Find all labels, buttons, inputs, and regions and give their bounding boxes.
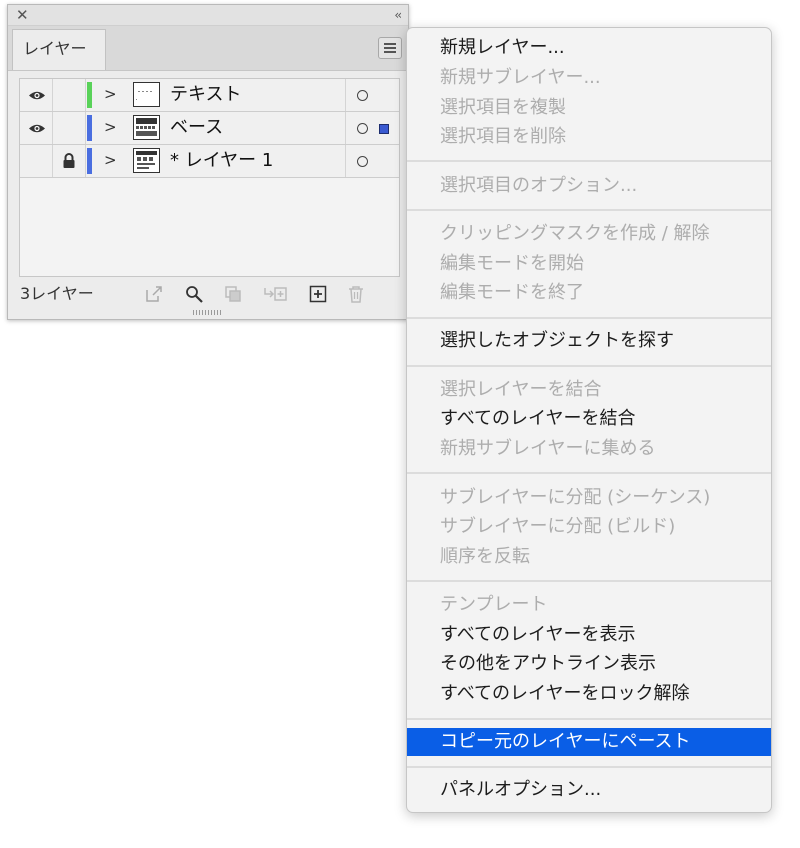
layer-row-base[interactable]: > ベース [20,112,399,145]
menu-item-locate-object[interactable]: 選択したオブジェクトを探す [407,327,771,355]
export-icon[interactable] [145,285,163,303]
panel-flyout-menu: 新規レイヤー... 新規サブレイヤー... 選択項目を複製 選択項目を削除 選択… [406,27,772,813]
layer-list: > テキスト > ベース > * レイヤー 1 [19,78,400,277]
target-circle-icon[interactable] [357,156,368,167]
menu-item-collect-new-layer: 新規サブレイヤーに集める [440,438,656,459]
menu-item-delete-selection: 選択項目を削除 [440,126,566,147]
menu-item-merge-selected: 選択レイヤーを結合 [440,379,602,400]
tab-strip: レイヤー [8,26,408,71]
menu-item-duplicate-selection: 選択項目を複製 [440,97,566,118]
layer-color-bar [87,148,92,174]
menu-separator [407,718,771,720]
menu-separator [407,317,771,319]
collect-icon[interactable] [224,285,242,303]
menu-item-unlock-all-layers[interactable]: すべてのレイヤーをロック解除 [407,680,771,708]
close-icon[interactable]: ✕ [16,6,29,24]
target-cell[interactable] [345,112,400,144]
menu-separator [407,472,771,474]
layers-panel: ✕ ‹‹ レイヤー > テキスト > ベース > * レイヤー 1 3レイヤー [7,4,409,320]
menu-item-new-sublayer: 新規サブレイヤー... [440,67,601,88]
menu-separator [407,160,771,162]
layer-name[interactable]: * レイヤー 1 [170,149,273,173]
layer-count: 3レイヤー [20,284,94,303]
move-to-sublayer-icon[interactable] [263,285,287,303]
eye-icon [29,91,45,100]
menu-item-selection-options: 選択項目のオプション... [440,175,638,196]
layer-color-bar [87,82,92,108]
panel-menu-button[interactable] [378,37,402,59]
new-layer-icon[interactable] [309,285,327,303]
hamburger-icon [384,43,396,45]
panel-titlebar[interactable]: ✕ ‹‹ [8,5,408,26]
lock-toggle[interactable] [53,112,86,144]
menu-item-reverse-order: 順序を反転 [440,546,530,567]
layer-row-text[interactable]: > テキスト [20,79,399,112]
chevron-right-icon[interactable]: > [104,117,117,137]
layer-row-layer1[interactable]: > * レイヤー 1 [20,145,399,178]
target-circle-icon[interactable] [357,123,368,134]
menu-item-release-sequence: サブレイヤーに分配 (シーケンス) [440,487,711,508]
layer-thumbnail [133,148,160,173]
menu-separator [407,209,771,211]
menu-item-template: テンプレート [440,594,548,615]
layer-color-bar [87,115,92,141]
visibility-toggle[interactable] [20,112,53,144]
menu-item-show-all-layers[interactable]: すべてのレイヤーを表示 [407,621,771,649]
selection-indicator[interactable] [379,124,389,134]
menu-separator [407,766,771,768]
menu-separator [407,580,771,582]
menu-item-clipping-mask: クリッピングマスクを作成 / 解除 [440,223,710,244]
search-icon[interactable] [185,285,203,303]
visibility-toggle[interactable] [20,79,53,111]
target-cell[interactable] [345,145,400,177]
layer-thumbnail [133,115,160,140]
lock-icon [63,153,75,168]
menu-item-release-build: サブレイヤーに分配 (ビルド) [440,516,676,537]
layer-name[interactable]: ベース [170,116,223,140]
resize-grip[interactable] [193,310,223,315]
collapse-icon[interactable]: ‹‹ [394,6,401,24]
chevron-right-icon[interactable]: > [104,150,117,170]
menu-item-paste-remembers-layers[interactable]: コピー元のレイヤーにペースト [407,728,771,756]
layer-thumbnail [133,82,160,107]
menu-separator [407,365,771,367]
eye-icon [29,124,45,133]
chevron-right-icon[interactable]: > [104,84,117,104]
layer-name[interactable]: テキスト [170,83,241,107]
tab-layers[interactable]: レイヤー [12,29,106,70]
menu-item-outline-others[interactable]: その他をアウトライン表示 [407,650,771,678]
menu-item-enter-isolation: 編集モードを開始 [440,253,584,274]
menu-item-exit-isolation: 編集モードを終了 [440,282,584,303]
trash-icon[interactable] [347,285,365,303]
target-cell[interactable] [345,79,400,111]
menu-item-panel-options[interactable]: パネルオプション... [407,776,771,804]
target-circle-icon[interactable] [357,90,368,101]
menu-item-flatten-artwork[interactable]: すべてのレイヤーを結合 [407,405,771,433]
lock-toggle[interactable] [53,79,86,111]
menu-item-new-layer[interactable]: 新規レイヤー... [407,34,771,62]
visibility-toggle[interactable] [20,145,53,177]
